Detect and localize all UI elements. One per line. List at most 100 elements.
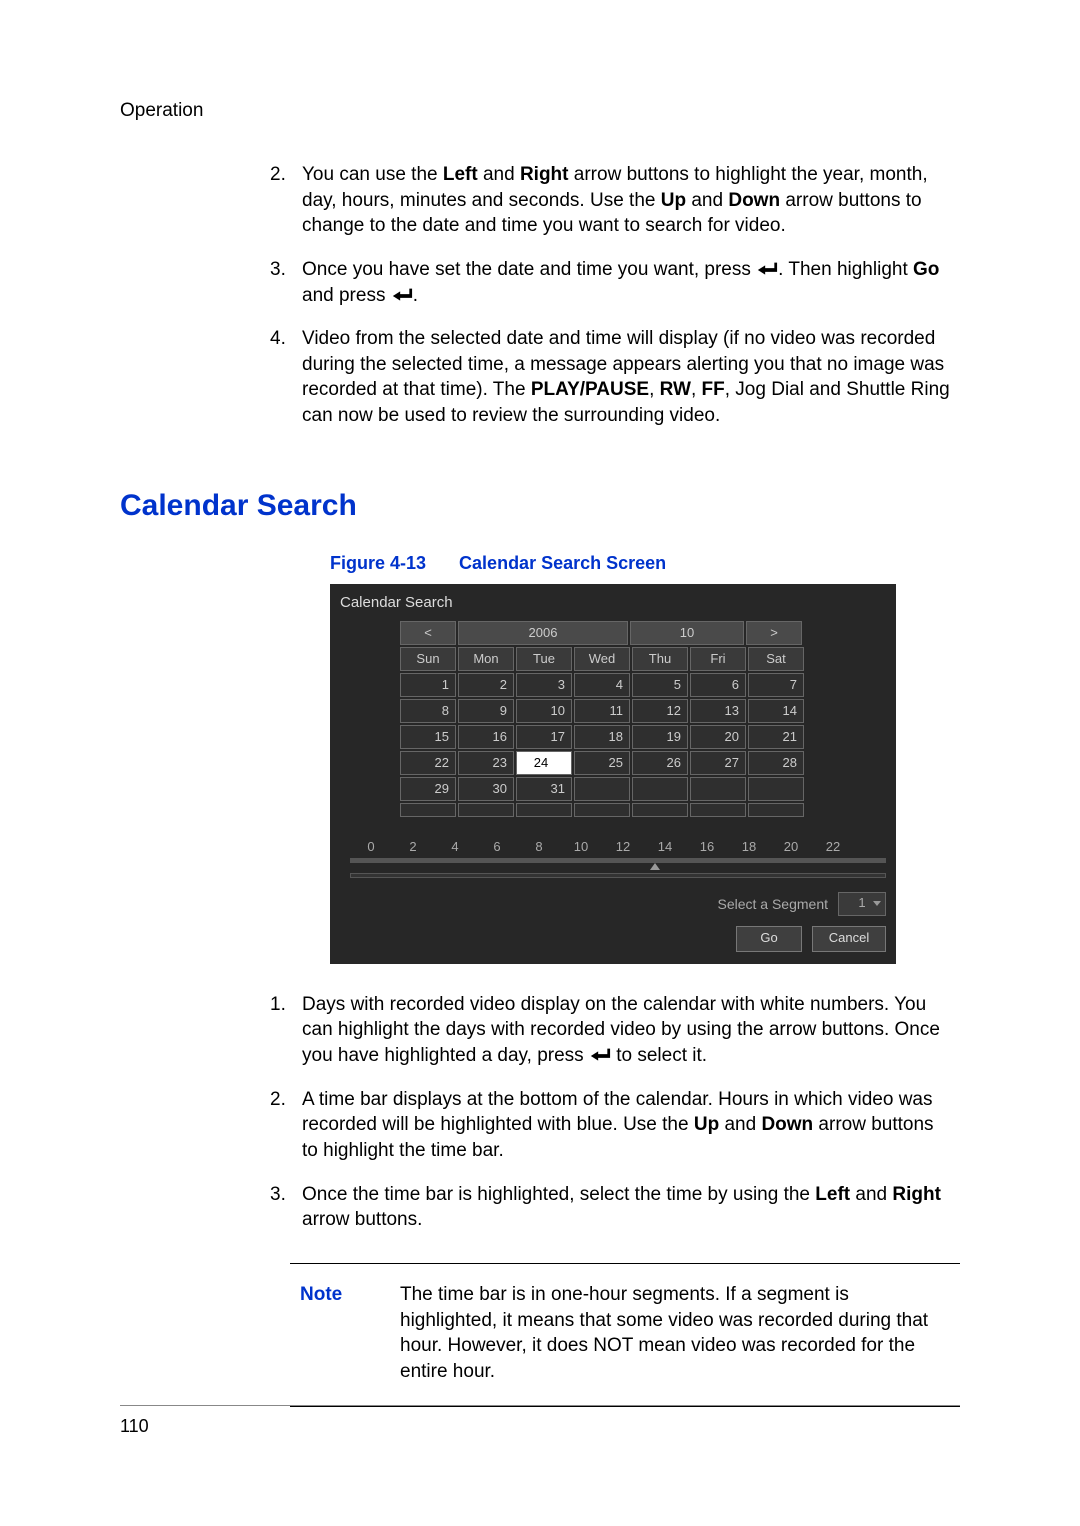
calendar-spacer xyxy=(400,803,456,817)
steps-top: 2.You can use the Left and Right arrow b… xyxy=(270,162,950,429)
calendar-day[interactable]: 20 xyxy=(690,725,746,749)
calendar-day[interactable]: 22 xyxy=(400,751,456,775)
go-button[interactable]: Go xyxy=(736,926,802,952)
time-marker-icon xyxy=(650,863,660,870)
calendar-day[interactable]: 2 xyxy=(458,673,514,697)
calendar-day[interactable]: 24 xyxy=(516,751,572,775)
calendar-day[interactable]: 1 xyxy=(400,673,456,697)
time-line-2 xyxy=(350,873,886,878)
calendar-search-screenshot: Calendar Search < 2006 10 > SunMonTueWed… xyxy=(330,584,896,964)
calendar-day[interactable]: 8 xyxy=(400,699,456,723)
calendar-day[interactable]: 4 xyxy=(574,673,630,697)
calendar-day[interactable]: 13 xyxy=(690,699,746,723)
time-line xyxy=(350,858,886,863)
calendar-spacer xyxy=(748,803,804,817)
tick-label: 0 xyxy=(350,839,392,854)
time-ticks: 0246810121416182022 xyxy=(350,839,886,854)
step-item: 1.Days with recorded video display on th… xyxy=(270,992,950,1069)
dow-header: Fri xyxy=(690,647,746,671)
calendar-grid: SunMonTueWedThuFriSat1234567891011121314… xyxy=(400,647,886,801)
calendar-day[interactable]: 26 xyxy=(632,751,688,775)
calendar-day[interactable]: 21 xyxy=(748,725,804,749)
tick-label: 12 xyxy=(602,839,644,854)
calendar-empty xyxy=(690,777,746,801)
time-bar[interactable]: 0246810121416182022 xyxy=(350,839,886,878)
tick-label: 4 xyxy=(434,839,476,854)
step-item: 3.Once the time bar is highlighted, sele… xyxy=(270,1182,950,1233)
calendar-day[interactable]: 7 xyxy=(748,673,804,697)
calendar-day[interactable]: 25 xyxy=(574,751,630,775)
enter-icon xyxy=(391,285,413,306)
calendar-day[interactable]: 15 xyxy=(400,725,456,749)
calendar-day[interactable]: 6 xyxy=(690,673,746,697)
step-body: Days with recorded video display on the … xyxy=(302,992,950,1069)
step-number: 3. xyxy=(270,1182,302,1233)
calendar-day[interactable]: 23 xyxy=(458,751,514,775)
page-footer: 110 xyxy=(120,1405,960,1437)
calendar-day[interactable]: 12 xyxy=(632,699,688,723)
calendar-day[interactable]: 31 xyxy=(516,777,572,801)
calendar-day[interactable]: 3 xyxy=(516,673,572,697)
calendar-day[interactable]: 16 xyxy=(458,725,514,749)
dow-header: Mon xyxy=(458,647,514,671)
next-button[interactable]: > xyxy=(746,621,802,645)
calendar-search-heading: Calendar Search xyxy=(120,489,960,523)
dow-header: Tue xyxy=(516,647,572,671)
calendar-spacer xyxy=(574,803,630,817)
page-number: 110 xyxy=(120,1416,149,1436)
calendar-day[interactable]: 14 xyxy=(748,699,804,723)
calendar-day[interactable]: 28 xyxy=(748,751,804,775)
figure-title: Calendar Search Screen xyxy=(459,553,666,573)
calendar-day[interactable]: 11 xyxy=(574,699,630,723)
calendar-bottom-row xyxy=(400,803,886,817)
tick-label: 14 xyxy=(644,839,686,854)
steps-bottom: 1.Days with recorded video display on th… xyxy=(270,992,950,1233)
step-body: Once the time bar is highlighted, select… xyxy=(302,1182,950,1233)
cancel-button[interactable]: Cancel xyxy=(812,926,886,952)
tick-label: 18 xyxy=(728,839,770,854)
calendar-day[interactable]: 30 xyxy=(458,777,514,801)
tick-label: 8 xyxy=(518,839,560,854)
calendar-spacer xyxy=(632,803,688,817)
calendar-day[interactable]: 17 xyxy=(516,725,572,749)
year-cell[interactable]: 2006 xyxy=(458,621,628,645)
tick-label: 6 xyxy=(476,839,518,854)
step-body: A time bar displays at the bottom of the… xyxy=(302,1087,950,1164)
figure-caption: Figure 4-13 Calendar Search Screen xyxy=(330,553,960,574)
note-block: Note The time bar is in one-hour segment… xyxy=(290,1263,960,1408)
calendar-spacer xyxy=(690,803,746,817)
calendar-day[interactable]: 29 xyxy=(400,777,456,801)
enter-icon xyxy=(756,259,778,280)
segment-select[interactable]: 1 xyxy=(838,892,886,916)
step-item: 4.Video from the selected date and time … xyxy=(270,326,950,429)
tick-label: 2 xyxy=(392,839,434,854)
dow-header: Wed xyxy=(574,647,630,671)
calendar-day[interactable]: 18 xyxy=(574,725,630,749)
calendar-spacer xyxy=(516,803,572,817)
section-header: Operation xyxy=(120,100,960,122)
calendar-day[interactable]: 19 xyxy=(632,725,688,749)
calendar-day[interactable]: 9 xyxy=(458,699,514,723)
calendar-day[interactable]: 27 xyxy=(690,751,746,775)
calendar-empty xyxy=(574,777,630,801)
step-number: 4. xyxy=(270,326,302,429)
step-item: 2.A time bar displays at the bottom of t… xyxy=(270,1087,950,1164)
calendar-day[interactable]: 5 xyxy=(632,673,688,697)
screenshot-title: Calendar Search xyxy=(340,594,886,611)
step-item: 2.You can use the Left and Right arrow b… xyxy=(270,162,950,239)
note-text: The time bar is in one-hour segments. If… xyxy=(400,1282,950,1385)
step-body: Once you have set the date and time you … xyxy=(302,257,950,308)
dow-header: Sun xyxy=(400,647,456,671)
month-cell[interactable]: 10 xyxy=(630,621,744,645)
calendar-empty xyxy=(748,777,804,801)
step-body: Video from the selected date and time wi… xyxy=(302,326,950,429)
prev-button[interactable]: < xyxy=(400,621,456,645)
enter-icon xyxy=(589,1045,611,1066)
tick-label: 16 xyxy=(686,839,728,854)
calendar-spacer xyxy=(458,803,514,817)
calendar-empty xyxy=(632,777,688,801)
step-body: You can use the Left and Right arrow but… xyxy=(302,162,950,239)
figure-label: Figure 4-13 xyxy=(330,553,426,573)
calendar-day[interactable]: 10 xyxy=(516,699,572,723)
step-item: 3.Once you have set the date and time yo… xyxy=(270,257,950,308)
